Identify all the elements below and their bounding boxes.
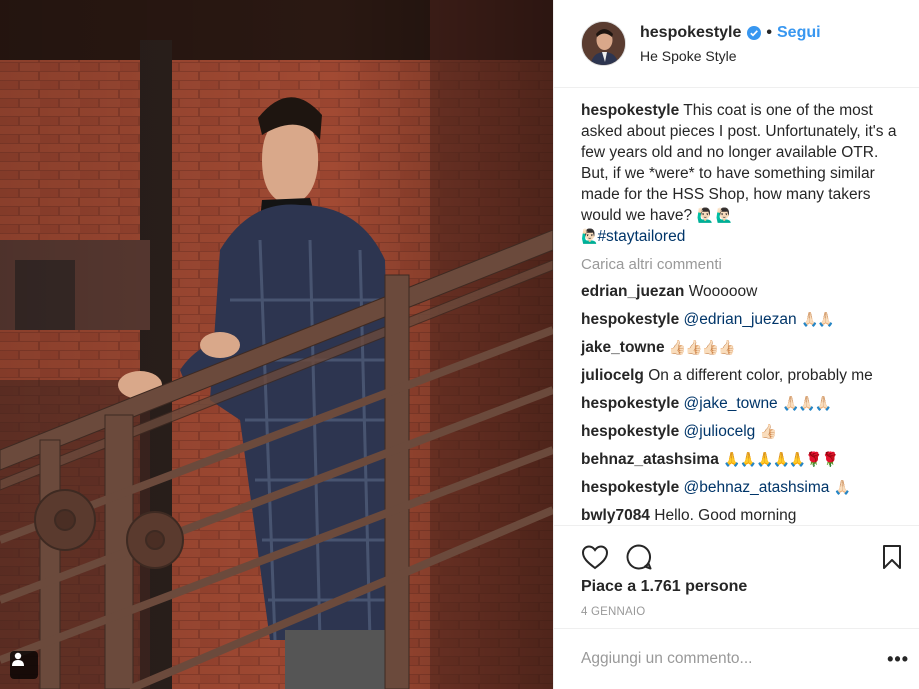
comment-username[interactable]: bwly7084 (581, 507, 650, 524)
comment-text: On a different color, probably me (648, 367, 873, 384)
add-comment-input[interactable] (581, 650, 888, 668)
comment-username[interactable]: hespokestyle (581, 423, 679, 440)
caption-emoji-2: 🙋🏻‍♂️ (581, 228, 598, 244)
comment-emoji: 👍🏻👍🏻👍🏻👍🏻 (668, 339, 736, 355)
comment-emoji: 👍🏻 (759, 423, 777, 439)
comment-text: Wooooow (688, 283, 758, 300)
comments-list[interactable]: hespokestyle This coat is one of the mos… (554, 88, 919, 526)
comment-row: bwly7084 Hello. Good morning (581, 506, 905, 525)
comment-row: behnaz_atashsima 🙏🙏🙏🙏🙏🌹🌹 (581, 450, 905, 469)
comment-username[interactable]: hespokestyle (581, 479, 679, 496)
separator-dot: • (766, 23, 772, 41)
bookmark-icon[interactable] (881, 544, 903, 570)
comment-row: hespokestyle @behnaz_atashsima 🙏🏻 (581, 478, 905, 497)
comment-emoji: 🙏🙏🙏🙏🙏🌹🌹 (723, 451, 839, 467)
caption-text: This coat is one of the most asked about… (581, 102, 897, 224)
comment-username[interactable]: hespokestyle (581, 395, 679, 412)
load-more-comments[interactable]: Carica altri commenti (581, 256, 905, 273)
comment-username[interactable]: hespokestyle (581, 311, 679, 328)
action-bar (554, 526, 919, 576)
comment-emoji: 🙏🏻🙏🏻🙏🏻 (782, 395, 832, 411)
comment-mention[interactable]: @jake_towne (684, 395, 778, 412)
comment-mention[interactable]: @juliocelg (684, 423, 756, 440)
comment-icon[interactable] (625, 543, 653, 571)
comment-username[interactable]: edrian_juezan (581, 283, 684, 300)
comment-row: jake_towne 👍🏻👍🏻👍🏻👍🏻 (581, 338, 905, 357)
comment-row: hespokestyle @juliocelg 👍🏻 (581, 422, 905, 441)
comment-emoji: 🙏🏻🙏🏻 (800, 311, 835, 327)
verified-badge-icon (747, 25, 762, 40)
likes-count[interactable]: Piace a 1.761 persone (554, 576, 919, 596)
comment-mention[interactable]: @behnaz_atashsima (684, 479, 830, 496)
comment-username[interactable]: jake_towne (581, 339, 665, 356)
comment-text: Hello. Good morning (654, 507, 797, 524)
photo-illustration (0, 0, 553, 689)
caption-hashtag[interactable]: #staytailored (597, 228, 685, 245)
comment-username[interactable]: behnaz_atashsima (581, 451, 719, 468)
header-full-name: He Spoke Style (640, 47, 737, 64)
post-sidebar: hespokestyle • Segui He Spoke Style hesp… (553, 0, 919, 689)
comment-mention[interactable]: @edrian_juezan (684, 311, 797, 328)
comment-emoji: 🙏🏻 (833, 479, 851, 495)
follow-button[interactable]: Segui (777, 24, 821, 42)
add-comment-bar: ••• (554, 628, 919, 689)
header-username[interactable]: hespokestyle (640, 24, 741, 42)
more-options-button[interactable]: ••• (887, 649, 909, 670)
post-header: hespokestyle • Segui He Spoke Style (554, 0, 919, 88)
caption-emojis: 🙋🏻‍♂️ 🙋🏻‍♂️ (696, 207, 733, 223)
comment-row: edrian_juezan Wooooow (581, 282, 905, 301)
comment-row: hespokestyle @edrian_juezan 🙏🏻🙏🏻 (581, 310, 905, 329)
user-tag-icon[interactable] (10, 651, 38, 679)
post-date[interactable]: 4 GENNAIO (554, 596, 919, 618)
comment-username[interactable]: juliocelg (581, 367, 644, 384)
comment-row: juliocelg On a different color, probably… (581, 366, 905, 385)
post-caption: hespokestyle This coat is one of the mos… (581, 100, 905, 247)
caption-username[interactable]: hespokestyle (581, 102, 679, 119)
post-photo[interactable] (0, 0, 553, 689)
avatar[interactable] (581, 21, 626, 66)
comment-row: hespokestyle @jake_towne 🙏🏻🙏🏻🙏🏻 (581, 394, 905, 413)
heart-icon[interactable] (581, 544, 609, 570)
